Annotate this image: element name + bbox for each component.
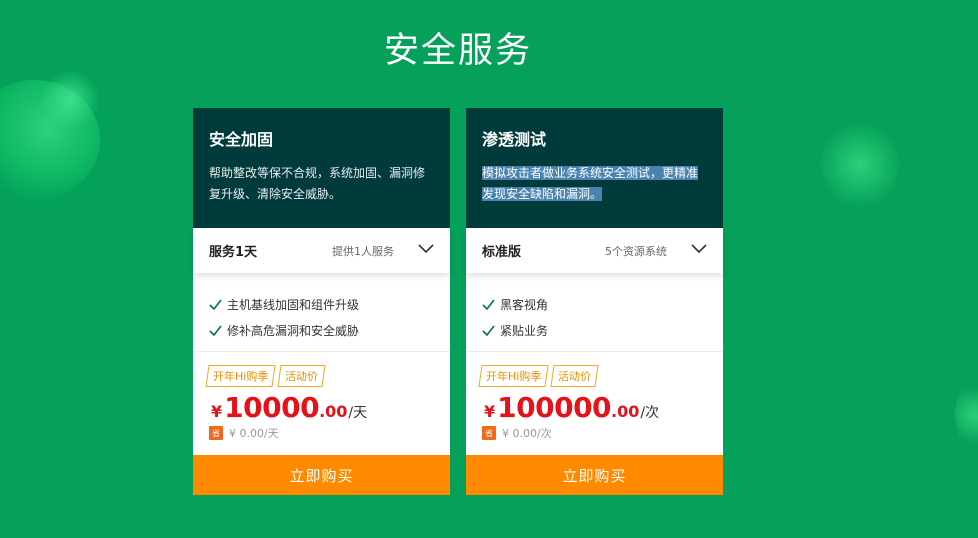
feature-text: 修补高危漏洞和安全威胁 <box>227 323 360 338</box>
price-amount: 10000 <box>224 391 320 424</box>
feature-text: 主机基线加固和组件升级 <box>227 297 360 312</box>
price-currency: ¥ <box>484 402 496 421</box>
feature-text: 紧贴业务 <box>500 323 549 338</box>
promo-tag-label: 开年Hi购季 <box>213 370 269 383</box>
spec-label: 服务1天 <box>209 245 258 260</box>
promo-tag: 活动价 <box>277 365 326 387</box>
feature-item: 修补高危漏洞和安全威胁 <box>209 317 434 343</box>
product-card-hardening: 安全加固 帮助整改等保不合规，系统加固、漏洞修复升级、清除安全威胁。 服务1天 … <box>193 108 450 495</box>
decorative-blob <box>820 120 900 210</box>
feature-item: 黑客视角 <box>482 291 707 317</box>
feature-list: 主机基线加固和组件升级 修补高危漏洞和安全威胁 <box>193 273 450 352</box>
price: ¥ 100000 .00 /次 <box>480 391 709 424</box>
feature-item: 主机基线加固和组件升级 <box>209 291 434 317</box>
feature-text: 黑客视角 <box>500 297 549 312</box>
price: ¥ 10000 .00 /天 <box>207 391 436 424</box>
price-amount: 100000 <box>497 391 612 424</box>
page-title: 安全服务 <box>383 31 532 71</box>
buy-now-button[interactable]: 立即购买 <box>466 455 723 495</box>
spec-sub: 5个资源系统 <box>605 244 667 258</box>
promo-tag: 开年Hi购季 <box>205 365 276 387</box>
promo-tag-label: 活动价 <box>558 370 592 383</box>
spec-sub: 提供1人服务 <box>332 244 394 258</box>
price-unit: /天 <box>348 405 368 421</box>
save-badge-icon: 省 <box>482 426 496 440</box>
check-icon <box>482 325 495 336</box>
check-icon <box>482 299 495 310</box>
price-unit: /次 <box>640 405 660 421</box>
promo-tag: 活动价 <box>550 365 599 387</box>
card-header: 安全加固 帮助整改等保不合规，系统加固、漏洞修复升级、清除安全威胁。 <box>193 108 450 228</box>
price-currency: ¥ <box>211 402 223 421</box>
pricing-section: 开年Hi购季 活动价 ¥ 10000 .00 /天 省 ¥ 0.00/天 <box>193 352 450 455</box>
card-header: 渗透测试 模拟攻击者做业务系统安全测试，更精准发现安全缺陷和漏洞。 <box>466 108 723 228</box>
promo-tag-label: 活动价 <box>285 370 319 383</box>
promo-tag: 开年Hi购季 <box>478 365 549 387</box>
spec-label: 标准版 <box>482 245 522 260</box>
saving-line: 省 ¥ 0.00/次 <box>480 425 709 441</box>
spec-selector[interactable]: 标准版 5个资源系统 <box>466 228 723 273</box>
saving-line: 省 ¥ 0.00/天 <box>207 425 436 441</box>
buy-now-button[interactable]: 立即购买 <box>193 455 450 495</box>
product-card-pentest: 渗透测试 模拟攻击者做业务系统安全测试，更精准发现安全缺陷和漏洞。 标准版 5个… <box>466 108 723 495</box>
chevron-down-icon[interactable] <box>418 241 434 255</box>
saving-text: ¥ 0.00/天 <box>229 427 279 440</box>
spec-selector[interactable]: 服务1天 提供1人服务 <box>193 228 450 273</box>
price-decimal: .00 <box>319 402 348 421</box>
chevron-down-icon[interactable] <box>691 241 707 255</box>
check-icon <box>209 325 222 336</box>
card-description: 帮助整改等保不合规，系统加固、漏洞修复升级、清除安全威胁。 <box>209 166 426 201</box>
card-title: 安全加固 <box>209 130 274 149</box>
promo-tag-label: 开年Hi购季 <box>486 370 542 383</box>
selected-text: 模拟攻击者做业务系统安全测试，更精准发现安全缺陷和漏洞。 <box>482 166 699 201</box>
pricing-section: 开年Hi购季 活动价 ¥ 100000 .00 /次 省 ¥ 0.00/次 <box>466 352 723 455</box>
saving-text: ¥ 0.00/次 <box>502 427 552 440</box>
card-title: 渗透测试 <box>482 130 547 149</box>
feature-item: 紧贴业务 <box>482 317 707 343</box>
promo-tags: 开年Hi购季 活动价 <box>478 365 709 387</box>
promo-tags: 开年Hi购季 活动价 <box>205 365 436 387</box>
decorative-blob <box>955 380 978 450</box>
check-icon <box>209 299 222 310</box>
card-description: 模拟攻击者做业务系统安全测试，更精准发现安全缺陷和漏洞。 <box>482 163 707 205</box>
save-badge-icon: 省 <box>209 426 223 440</box>
feature-list: 黑客视角 紧贴业务 <box>466 273 723 352</box>
price-decimal: .00 <box>611 402 640 421</box>
decorative-blob <box>40 70 100 130</box>
